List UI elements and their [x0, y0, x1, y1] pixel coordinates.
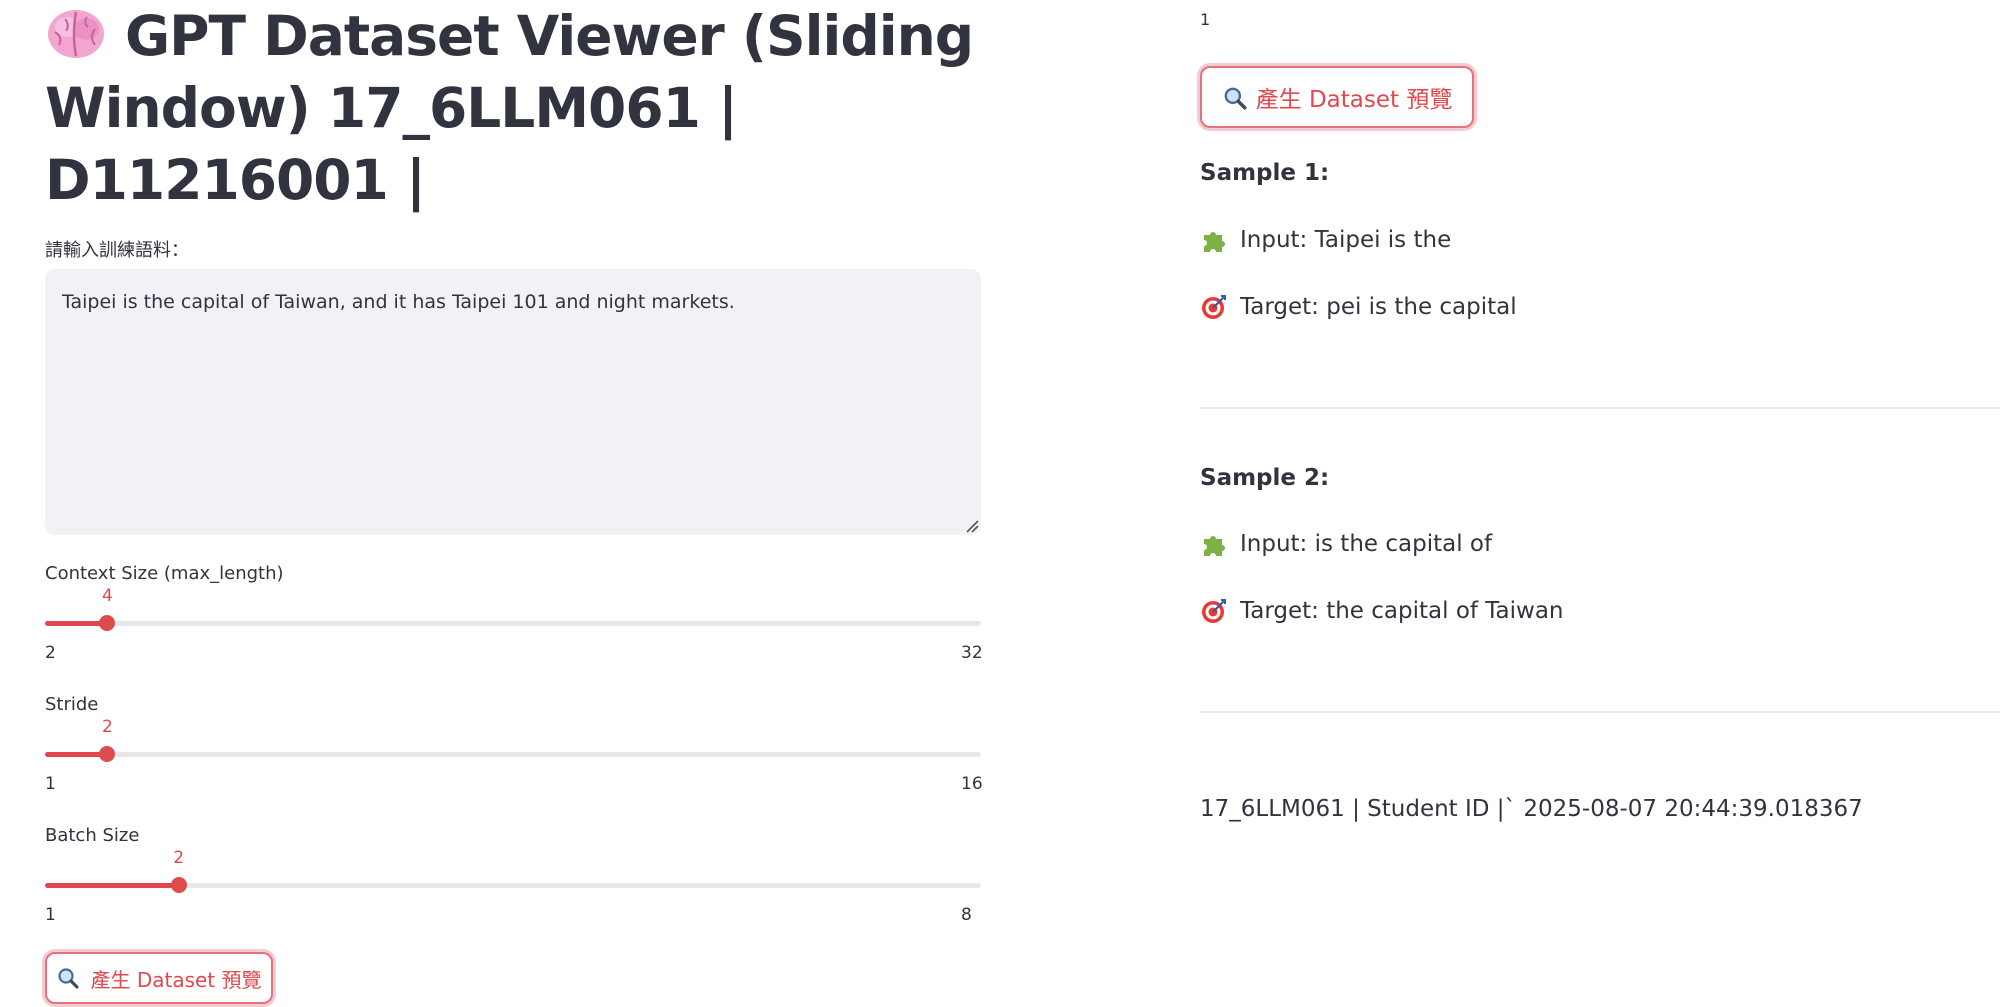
brain-icon: [45, 6, 107, 60]
page-title-text: GPT Dataset Viewer (Sliding Window) 17_6…: [45, 4, 974, 212]
corpus-text: Taipei is the capital of Taiwan, and it …: [62, 291, 735, 313]
stride-label: Stride: [45, 694, 99, 715]
context-size-label: Context Size (max_length): [45, 563, 284, 584]
sample-1-target-text: Target: pei is the capital: [1240, 294, 1517, 320]
stride-min: 1: [45, 774, 56, 794]
sample-1-input: Input: Taipei is the: [1200, 226, 1451, 254]
generate-dataset-button-right-label: 產生 Dataset 預覽: [1255, 87, 1453, 113]
sample-2-title: Sample 2:: [1200, 465, 1330, 491]
stride-max: 16: [961, 774, 983, 794]
batch-size-max: 8: [961, 905, 972, 925]
context-size-max: 32: [961, 643, 983, 663]
stride-slider[interactable]: 2: [45, 717, 981, 769]
magnifier-icon: [56, 966, 80, 990]
divider: [1200, 711, 2000, 713]
partial-text: 1: [1200, 10, 1211, 29]
sample-2-target: Target: the capital of Taiwan: [1200, 597, 1564, 625]
slider-track: [45, 752, 981, 757]
context-size-min: 2: [45, 643, 56, 663]
slider-value: 2: [101, 717, 113, 737]
puzzle-icon: [1204, 536, 1225, 556]
page-title: GPT Dataset Viewer (Sliding Window) 17_6…: [45, 0, 1005, 216]
target-icon: [1202, 295, 1226, 319]
slider-thumb[interactable]: [170, 877, 187, 893]
sample-1-target: Target: pei is the capital: [1200, 293, 1517, 321]
slider-fill: [45, 752, 108, 757]
slider-value: 4: [101, 586, 113, 606]
slider-track: [45, 621, 981, 626]
batch-size-slider[interactable]: 2: [45, 848, 981, 900]
sample-2-target-text: Target: the capital of Taiwan: [1240, 598, 1564, 624]
target-icon: [1202, 599, 1226, 623]
puzzle-icon: [1204, 232, 1225, 252]
magnifier-icon: [1222, 85, 1247, 110]
corpus-label: 請輸入訓練語料：: [45, 240, 189, 261]
sample-2-input-text: Input: is the capital of: [1240, 531, 1493, 557]
batch-size-min: 1: [45, 905, 56, 925]
divider: [1200, 407, 2000, 409]
slider-thumb[interactable]: [99, 746, 116, 762]
sample-1-title: Sample 1:: [1200, 160, 1330, 186]
corpus-textarea[interactable]: Taipei is the capital of Taiwan, and it …: [45, 269, 981, 535]
footer-text: 17_6LLM061 | Student ID |` 2025-08-07 20…: [1200, 796, 1863, 822]
sample-1-input-text: Input: Taipei is the: [1240, 227, 1452, 253]
slider-value: 2: [173, 848, 185, 868]
resize-handle-icon[interactable]: [965, 519, 979, 533]
sample-2-input: Input: is the capital of: [1200, 530, 1492, 558]
generate-dataset-button-right[interactable]: 產生 Dataset 預覽: [1200, 66, 1474, 128]
context-size-slider[interactable]: 4: [45, 586, 981, 638]
slider-thumb[interactable]: [99, 615, 116, 631]
batch-size-label: Batch Size: [45, 825, 140, 846]
slider-fill: [45, 883, 179, 888]
generate-dataset-button-label: 產生 Dataset 預覽: [90, 967, 262, 992]
slider-fill: [45, 621, 108, 626]
generate-dataset-button[interactable]: 產生 Dataset 預覽: [45, 952, 273, 1004]
